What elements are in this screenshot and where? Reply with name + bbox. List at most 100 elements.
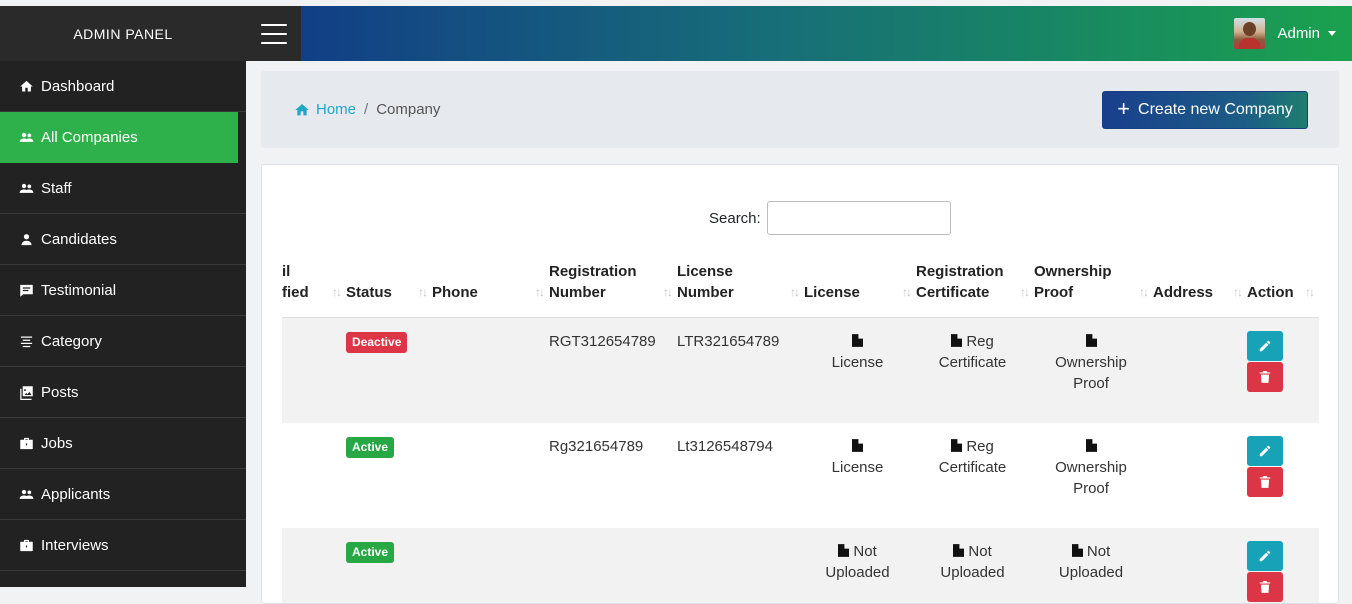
sidebar-item-label: Posts <box>41 384 79 401</box>
sidebar-item-label: Candidates <box>41 231 117 248</box>
edit-button[interactable] <box>1247 541 1283 571</box>
users-icon <box>18 486 34 502</box>
sidebar-item-posts[interactable]: Posts <box>0 367 246 418</box>
license-document-link[interactable]: License <box>804 436 911 478</box>
ownership-proof-document-link[interactable]: OwnershipProof <box>1034 436 1148 499</box>
file-icon <box>852 333 863 350</box>
document-label: License <box>832 459 884 476</box>
file-icon <box>951 438 962 455</box>
column-header-line1: Registration <box>549 261 672 282</box>
column-header[interactable]: RegistrationNumber↑↓ <box>549 255 677 318</box>
registration-certificate-document-link[interactable]: NotUploaded <box>916 541 1029 583</box>
search-input[interactable] <box>767 201 951 235</box>
column-header[interactable]: Status↑↓ <box>346 255 432 318</box>
license-document-link[interactable]: License <box>804 331 911 373</box>
ownership-proof-document-link[interactable]: NotUploaded <box>1034 541 1148 583</box>
column-header[interactable]: LicenseNumber↑↓ <box>677 255 804 318</box>
sidebar-item-staff[interactable]: Staff <box>0 163 246 214</box>
sidebar-item-dashboard[interactable]: Dashboard <box>0 61 246 112</box>
ownership-proof-document-link[interactable]: OwnershipProof <box>1034 331 1148 394</box>
pencil-icon <box>1258 549 1272 563</box>
column-header-line2: Phone <box>432 282 544 303</box>
status-badge: Active <box>346 542 394 563</box>
sort-icon: ↑↓ <box>1233 282 1241 303</box>
registration-certificate-document-link[interactable]: RegCertificate <box>916 331 1029 373</box>
breadcrumb-bar: Home / Company + Create new Company <box>261 71 1339 148</box>
action-cell <box>1247 423 1319 528</box>
column-header-line1 <box>804 261 911 282</box>
file-icon <box>1086 333 1097 350</box>
table-row: Active Rg321654789Lt3126548794 License Reg… <box>282 423 1319 528</box>
column-header-line2: Certificate <box>916 282 1029 303</box>
search-label: Search: <box>709 210 761 227</box>
breadcrumb-home-link[interactable]: Home <box>294 101 356 118</box>
sidebar-item-candidates[interactable]: Candidates <box>0 214 246 265</box>
create-company-button[interactable]: + Create new Company <box>1102 91 1308 129</box>
registration-certificate-cell: RegCertificate <box>916 318 1034 423</box>
status-cell: Active <box>346 528 432 604</box>
license-number-cell: Lt3126548794 <box>677 423 804 528</box>
delete-button[interactable] <box>1247 362 1283 392</box>
edit-button[interactable] <box>1247 436 1283 466</box>
sidebar-item-interviews[interactable]: Interviews <box>0 520 246 571</box>
email-verified-cell <box>282 423 346 528</box>
column-header[interactable]: OwnershipProof↑↓ <box>1034 255 1153 318</box>
document-label: Proof <box>1073 480 1109 497</box>
phone-cell <box>432 318 549 423</box>
plus-icon: + <box>1117 98 1130 120</box>
companies-card: Search: ilfied↑↓Status↑↓Phone↑↓Registrat… <box>261 164 1339 604</box>
license-number-cell: LTR321654789 <box>677 318 804 423</box>
sidebar-item-jobs[interactable]: Jobs <box>0 418 246 469</box>
document-label: Certificate <box>939 459 1007 476</box>
document-label: Uploaded <box>1059 564 1123 581</box>
table-row: DeactiveRGT312654789LTR321654789License … <box>282 318 1319 423</box>
sort-icon: ↑↓ <box>535 282 543 303</box>
sidebar-item-label: Interviews <box>41 537 109 554</box>
column-header[interactable]: RegistrationCertificate↑↓ <box>916 255 1034 318</box>
sidebar-item-label: All Companies <box>41 129 138 146</box>
status-cell: Active <box>346 423 432 528</box>
sidebar-item-testimonial[interactable]: Testimonial <box>0 265 246 316</box>
file-icon <box>953 543 964 560</box>
briefcase-icon <box>18 435 34 451</box>
sidebar-item-applicants[interactable]: Applicants <box>0 469 246 520</box>
address-cell <box>1153 423 1247 528</box>
search-bar: Search: <box>709 201 951 235</box>
column-header-line1: Ownership <box>1034 261 1148 282</box>
registration-certificate-document-link[interactable]: RegCertificate <box>916 436 1029 478</box>
sidebar: Dashboard All Companies Staff Candidates Tes… <box>0 61 246 587</box>
sort-icon: ↑↓ <box>1020 282 1028 303</box>
create-company-label: Create new Company <box>1138 101 1293 119</box>
breadcrumb-current: Company <box>376 101 440 118</box>
column-header[interactable]: Phone↑↓ <box>432 255 549 318</box>
breadcrumb-home-label: Home <box>316 101 356 118</box>
column-header[interactable]: ilfied↑↓ <box>282 255 346 318</box>
file-icon <box>1086 438 1097 455</box>
user-menu[interactable]: Admin <box>1234 18 1336 49</box>
ownership-proof-cell: NotUploaded <box>1034 528 1153 604</box>
license-cell: License <box>804 423 916 528</box>
sidebar-item-all-companies[interactable]: All Companies <box>0 112 238 163</box>
sidebar-item-label: Dashboard <box>41 78 114 95</box>
sort-icon: ↑↓ <box>902 282 910 303</box>
file-icon <box>1072 543 1083 560</box>
column-header[interactable]: Address↑↓ <box>1153 255 1247 318</box>
license-document-link[interactable]: NotUploaded <box>804 541 911 583</box>
column-header-line2: License <box>804 282 911 303</box>
sidebar-toggle-button[interactable] <box>246 6 301 61</box>
edit-button[interactable] <box>1247 331 1283 361</box>
sidebar-item-label: Testimonial <box>41 282 116 299</box>
document-label: Not <box>853 543 876 560</box>
file-icon <box>852 438 863 455</box>
sidebar-item-category[interactable]: Category <box>0 316 246 367</box>
sidebar-item-label: Category <box>41 333 102 350</box>
registration-number-cell: Rg321654789 <box>549 423 677 528</box>
license-cell: NotUploaded <box>804 528 916 604</box>
document-label: Certificate <box>939 354 1007 371</box>
users-icon <box>18 180 34 196</box>
column-header[interactable]: License↑↓ <box>804 255 916 318</box>
column-header[interactable]: Action↑↓ <box>1247 255 1319 318</box>
delete-button[interactable] <box>1247 467 1283 497</box>
ownership-proof-cell: OwnershipProof <box>1034 318 1153 423</box>
file-icon <box>838 543 849 560</box>
